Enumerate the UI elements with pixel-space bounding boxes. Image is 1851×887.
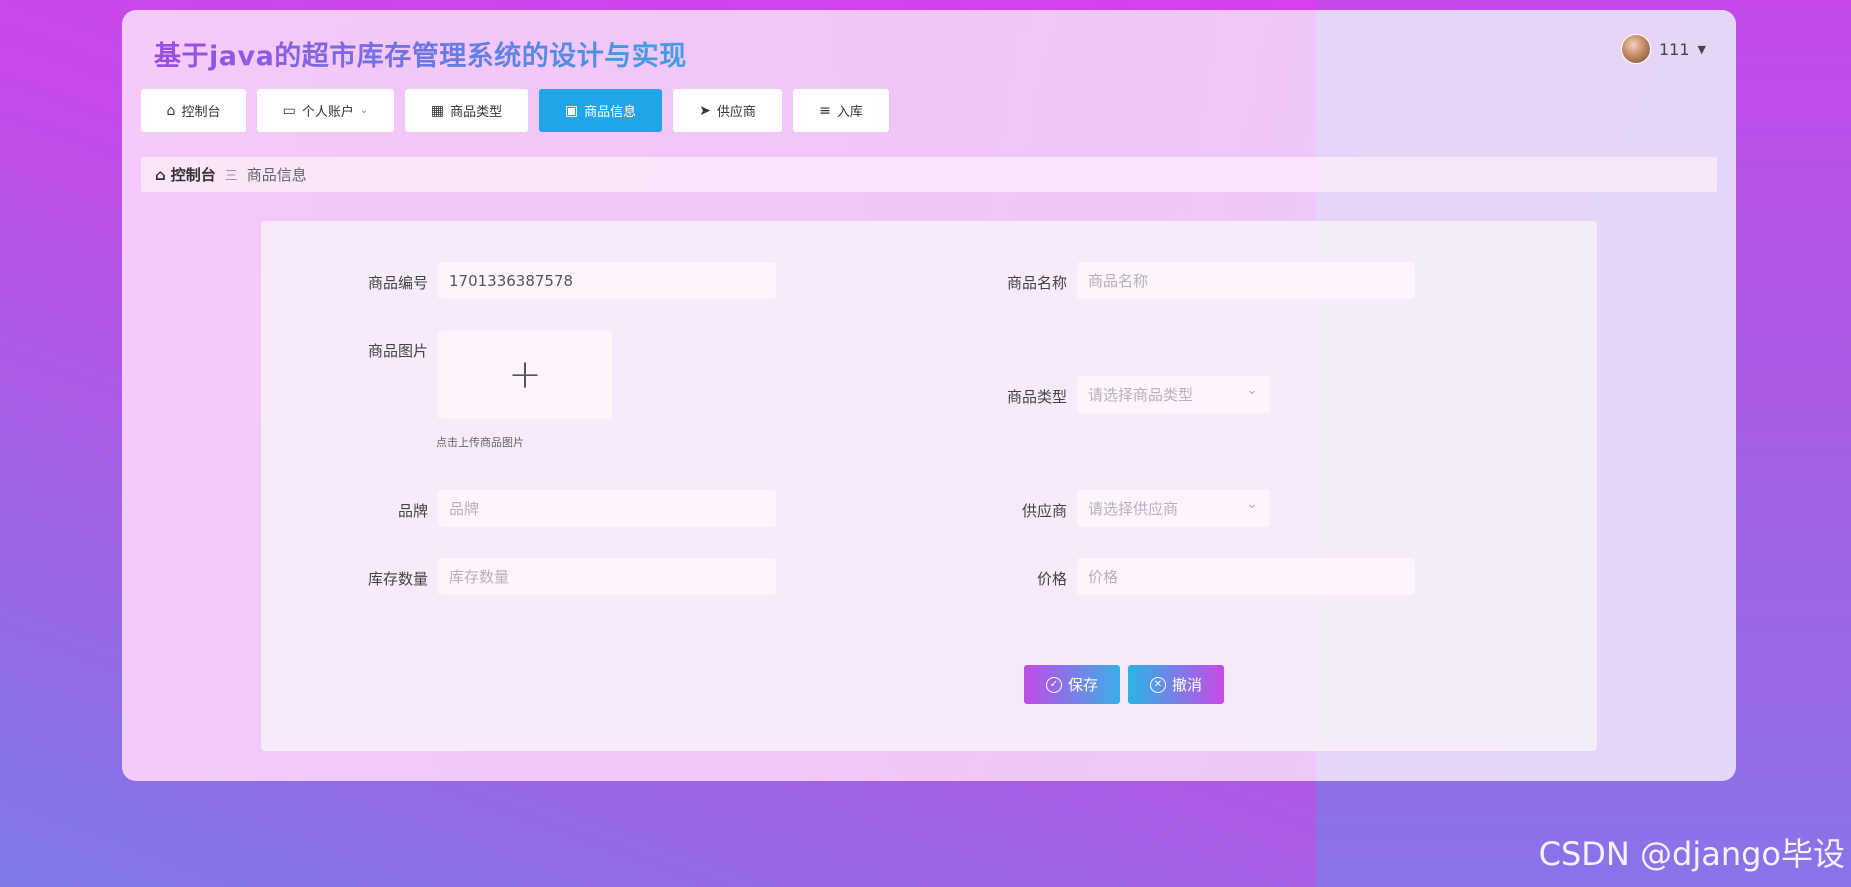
- cancel-label: 撤消: [1171, 676, 1202, 694]
- user-menu[interactable]: 111 ▼: [1620, 34, 1706, 64]
- wallet-icon: ▭: [282, 102, 296, 119]
- breadcrumb-home-label[interactable]: 控制台: [171, 164, 216, 185]
- grid-icon: ▦: [430, 102, 445, 119]
- product-type-placeholder: 请选择商品类型: [1088, 386, 1194, 404]
- breadcrumb-separator: 三: [224, 169, 238, 184]
- nav-label: 供应商: [716, 105, 756, 120]
- caret-down-icon[interactable]: ▼: [1698, 43, 1706, 56]
- clipboard-icon: ▣: [564, 102, 579, 119]
- stock-qty-input[interactable]: 库存数量: [438, 558, 776, 595]
- send-icon: ➤: [699, 102, 711, 119]
- chevron-down-icon: ⌄: [359, 104, 369, 116]
- save-button[interactable]: ✓ 保存: [1024, 665, 1120, 704]
- save-label: 保存: [1067, 676, 1098, 694]
- nav-item-dashboard[interactable]: ⌂ 控制台: [141, 89, 246, 132]
- home-icon: ⌂: [166, 102, 176, 119]
- product-no-input[interactable]: 1701336387578: [438, 262, 776, 299]
- nav-label: 入库: [836, 105, 863, 120]
- supplier-label: 供应商: [1021, 502, 1067, 520]
- x-circle-icon: ✕: [1149, 676, 1166, 693]
- breadcrumb-current: 商品信息: [246, 166, 307, 184]
- product-type-select[interactable]: 请选择商品类型: [1077, 376, 1270, 413]
- product-name-input[interactable]: 商品名称: [1077, 262, 1415, 299]
- sliders-icon: ≡: [819, 102, 831, 119]
- nav-item-product-info[interactable]: ▣ 商品信息: [539, 89, 662, 132]
- brand-input[interactable]: 品牌: [438, 490, 776, 527]
- price-label: 价格: [1036, 570, 1067, 588]
- user-name[interactable]: 111: [1659, 40, 1690, 59]
- check-circle-icon: ✓: [1045, 676, 1062, 693]
- app-title: 基于java的超市库存管理系统的设计与实现: [154, 34, 687, 73]
- main-panel: 基于java的超市库存管理系统的设计与实现 111 ▼ ⌂ 控制台 ▭ 个人账户…: [122, 10, 1736, 781]
- supplier-placeholder: 请选择供应商: [1088, 500, 1179, 518]
- supplier-select[interactable]: 请选择供应商: [1077, 490, 1270, 527]
- brand-label: 品牌: [397, 502, 428, 520]
- product-image-label: 商品图片: [367, 342, 428, 360]
- product-type-label: 商品类型: [1006, 388, 1067, 406]
- product-name-label: 商品名称: [1006, 274, 1067, 292]
- image-upload[interactable]: +: [438, 331, 612, 419]
- price-input[interactable]: 价格: [1077, 558, 1415, 595]
- upload-hint: 点击上传商品图片: [436, 436, 524, 449]
- plus-icon: +: [508, 352, 542, 398]
- product-no-label: 商品编号: [367, 274, 428, 292]
- nav-label: 商品类型: [450, 105, 503, 120]
- nav-label: 商品信息: [584, 105, 637, 120]
- avatar[interactable]: [1620, 34, 1651, 64]
- home-icon: ⌂: [155, 165, 166, 184]
- watermark: CSDN @django毕设: [1538, 835, 1845, 873]
- product-form: 商品编号 1701336387578 商品名称 商品名称 商品图片 + 点击上传…: [261, 221, 1597, 751]
- nav-item-product-type[interactable]: ▦ 商品类型: [405, 89, 528, 132]
- nav-label: 个人账户: [301, 105, 354, 120]
- nav-item-supplier[interactable]: ➤ 供应商: [673, 89, 782, 132]
- nav-item-stock-in[interactable]: ≡ 入库: [793, 89, 889, 132]
- nav-label: 控制台: [181, 105, 221, 120]
- stock-qty-label: 库存数量: [367, 570, 428, 588]
- cancel-button[interactable]: ✕ 撤消: [1128, 665, 1224, 704]
- breadcrumb-home[interactable]: ⌂ 控制台: [155, 164, 216, 185]
- breadcrumb: ⌂ 控制台 三 商品信息: [141, 157, 1717, 192]
- nav-item-account[interactable]: ▭ 个人账户 ⌄: [257, 89, 394, 132]
- top-nav: ⌂ 控制台 ▭ 个人账户 ⌄ ▦ 商品类型 ▣ 商品信息 ➤ 供应商 ≡ 入库: [141, 89, 900, 132]
